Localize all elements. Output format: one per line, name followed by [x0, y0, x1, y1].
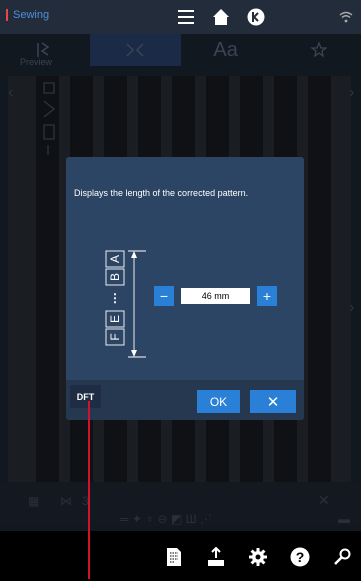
app-title: Sewing: [6, 9, 49, 21]
pattern-length-illustration-icon: A B ⋮ E F: [105, 250, 146, 358]
pattern-letter: A: [108, 255, 122, 263]
dialog-footer: DFT OK ✕: [66, 380, 304, 420]
length-value-field[interactable]: 46 mm: [181, 288, 250, 304]
export-icon[interactable]: [204, 545, 228, 569]
scroll-right-icon: ›: [349, 84, 355, 101]
settings-icon[interactable]: [246, 545, 270, 569]
close-button[interactable]: ✕: [250, 390, 296, 413]
decrease-button[interactable]: −: [154, 286, 174, 306]
svg-text:?: ?: [296, 549, 305, 565]
decorative-icon: ⋈: [60, 494, 72, 508]
close-icon: ✕: [318, 492, 330, 508]
pattern-letter: E: [108, 315, 122, 323]
length-stepper: − 46 mm +: [154, 286, 277, 306]
stitch-tools-icon: ═ ✦ ♆ ⊖ ◩ Ш ⋰: [120, 512, 212, 526]
category-tabs: Aa: [0, 34, 361, 66]
tab-fonts: Aa: [213, 38, 238, 61]
home-icon[interactable]: [210, 6, 232, 28]
preview-label: Preview: [20, 57, 53, 67]
scroll-left-icon: ‹: [8, 84, 14, 101]
tab-favorites: [271, 34, 361, 66]
menu-icon[interactable]: [175, 6, 197, 28]
grid-icon: ▦: [28, 494, 40, 508]
wrench-icon[interactable]: [330, 545, 354, 569]
ok-button[interactable]: OK: [197, 390, 240, 413]
default-button[interactable]: DFT: [70, 385, 101, 408]
stitch-pattern-icon: [40, 79, 58, 159]
background-toolbar: ▦ ⋈ 3 ✕ ═ ✦ ♆ ⊖ ◩ Ш ⋰ ▬: [0, 482, 361, 526]
annotation-callout-line: [88, 401, 90, 579]
pattern-letter: ⋮: [109, 291, 121, 305]
folder-icon: ▬: [338, 512, 350, 526]
stitch-column: [308, 76, 331, 516]
bottom-toolbar: ?: [0, 531, 361, 581]
back-arrow-circle-icon[interactable]: [245, 6, 267, 28]
scroll-right-icon: ›: [349, 299, 355, 316]
stitch-file-icon[interactable]: [162, 545, 186, 569]
help-icon[interactable]: ?: [288, 545, 312, 569]
tab-decorative-stitches: [90, 34, 181, 66]
pattern-letter: F: [108, 333, 122, 340]
top-bar: Sewing: [0, 0, 361, 34]
increase-button[interactable]: +: [257, 286, 277, 306]
pattern-length-dialog: Displays the length of the corrected pat…: [66, 157, 304, 420]
pattern-letter: B: [108, 273, 122, 281]
wifi-icon: [335, 6, 357, 28]
dialog-description: Displays the length of the corrected pat…: [74, 188, 249, 198]
